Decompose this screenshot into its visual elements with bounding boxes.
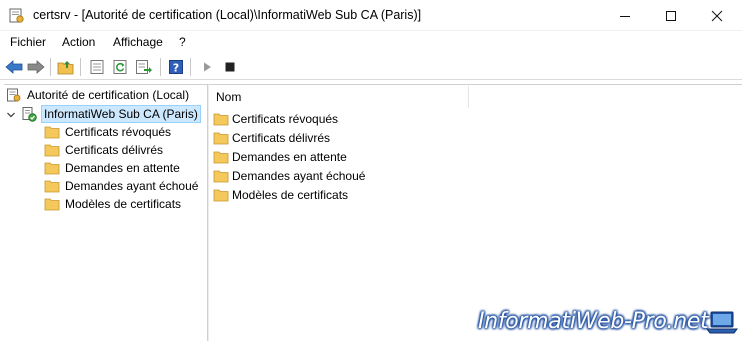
list-item-label: Demandes en attente bbox=[232, 150, 347, 164]
list-item-label: Certificats révoqués bbox=[232, 112, 339, 126]
tree-root-item[interactable]: Autorité de certification (Local) bbox=[6, 86, 189, 104]
export-list-button[interactable] bbox=[134, 57, 154, 77]
close-icon bbox=[711, 10, 723, 21]
tree-item-revoked[interactable]: Certificats révoqués bbox=[44, 123, 171, 141]
list-item-pending[interactable]: Demandes en attente bbox=[213, 148, 347, 166]
refresh-button[interactable] bbox=[110, 57, 130, 77]
help-icon: ? bbox=[169, 60, 183, 75]
column-header-label: Nom bbox=[216, 90, 242, 104]
back-button[interactable] bbox=[4, 57, 24, 77]
list-item-failed[interactable]: Demandes ayant échoué bbox=[213, 167, 365, 185]
start-service-icon bbox=[204, 62, 211, 72]
tree-item-label: Demandes en attente bbox=[65, 161, 180, 175]
folder-icon bbox=[44, 160, 60, 176]
properties-button[interactable] bbox=[87, 57, 107, 77]
folder-icon bbox=[213, 168, 229, 184]
list-item-revoked[interactable]: Certificats révoqués bbox=[213, 110, 338, 128]
list-item-label: Certificats délivrés bbox=[232, 131, 331, 145]
tree-ca-label: InformatiWeb Sub CA (Paris) bbox=[41, 105, 201, 123]
console-tree[interactable]: Autorité de certification (Local) Inform… bbox=[4, 84, 207, 341]
title-bar: certsrv - [Autorité de certification (Lo… bbox=[0, 0, 742, 31]
result-list[interactable]: Nom Certificats révoqués Certificats dél… bbox=[209, 84, 742, 341]
tree-item-label: Certificats révoqués bbox=[65, 125, 172, 139]
watermark-text: InformatiWeb-Pro.net bbox=[478, 309, 709, 334]
toolbar-separator bbox=[80, 58, 81, 76]
tree-item-templates[interactable]: Modèles de certificats bbox=[44, 195, 181, 213]
list-item-issued[interactable]: Certificats délivrés bbox=[213, 129, 330, 147]
column-header-nom[interactable]: Nom bbox=[209, 86, 469, 108]
folder-icon bbox=[44, 196, 60, 212]
tree-item-label: Certificats délivrés bbox=[65, 143, 164, 157]
ca-server-icon bbox=[21, 106, 37, 122]
menu-help[interactable]: ? bbox=[179, 35, 186, 49]
folder-icon bbox=[44, 178, 60, 194]
folder-icon bbox=[213, 130, 229, 146]
menu-action[interactable]: Action bbox=[62, 35, 95, 49]
folder-icon bbox=[213, 149, 229, 165]
tree-item-pending[interactable]: Demandes en attente bbox=[44, 159, 180, 177]
maximize-button[interactable] bbox=[648, 0, 694, 31]
menu-bar: Fichier Action Affichage ? bbox=[0, 32, 742, 52]
tree-root-label: Autorité de certification (Local) bbox=[27, 88, 190, 102]
export-list-icon bbox=[136, 60, 152, 74]
folder-icon bbox=[213, 111, 229, 127]
folder-icon bbox=[44, 124, 60, 140]
back-arrow-icon bbox=[5, 60, 23, 74]
minimize-button[interactable] bbox=[602, 0, 648, 31]
properties-icon bbox=[90, 60, 104, 74]
stop-service-icon bbox=[225, 62, 235, 72]
up-folder-icon bbox=[57, 61, 74, 75]
start-service-button[interactable] bbox=[197, 57, 217, 77]
minimize-icon bbox=[620, 15, 630, 17]
menu-affichage[interactable]: Affichage bbox=[113, 35, 163, 49]
tree-item-ca[interactable]: InformatiWeb Sub CA (Paris) bbox=[21, 105, 201, 123]
toolbar-separator bbox=[160, 58, 161, 76]
close-button[interactable] bbox=[694, 0, 740, 31]
window-title: certsrv - [Autorité de certification (Lo… bbox=[33, 8, 422, 22]
svg-text:?: ? bbox=[173, 62, 179, 75]
certsrv-app-icon[interactable] bbox=[8, 7, 26, 25]
list-item-templates[interactable]: Modèles de certificats bbox=[213, 186, 348, 204]
tree-item-issued[interactable]: Certificats délivrés bbox=[44, 141, 163, 159]
folder-icon bbox=[44, 142, 60, 158]
tree-item-label: Demandes ayant échoué bbox=[65, 179, 199, 193]
toolbar-separator bbox=[190, 58, 191, 76]
stop-service-button[interactable] bbox=[220, 57, 240, 77]
forward-arrow-icon bbox=[27, 60, 45, 74]
menu-fichier[interactable]: Fichier bbox=[10, 35, 46, 49]
forward-button[interactable] bbox=[26, 57, 46, 77]
chevron-down-icon[interactable] bbox=[6, 110, 16, 120]
help-button[interactable]: ? bbox=[166, 57, 186, 77]
mmc-content: Autorité de certification (Local) Inform… bbox=[0, 84, 742, 341]
toolbar-separator bbox=[50, 58, 51, 76]
tree-item-failed[interactable]: Demandes ayant échoué bbox=[44, 177, 198, 195]
toolbar: ? bbox=[0, 54, 742, 80]
list-item-label: Modèles de certificats bbox=[232, 188, 349, 202]
tree-item-label: Modèles de certificats bbox=[65, 197, 182, 211]
folder-icon bbox=[213, 187, 229, 203]
maximize-icon bbox=[666, 10, 676, 21]
laptop-logo-icon bbox=[706, 311, 738, 334]
certificate-authority-icon bbox=[6, 87, 22, 103]
refresh-icon bbox=[113, 60, 127, 74]
list-item-label: Demandes ayant échoué bbox=[232, 169, 366, 183]
up-folder-button[interactable] bbox=[56, 57, 76, 77]
